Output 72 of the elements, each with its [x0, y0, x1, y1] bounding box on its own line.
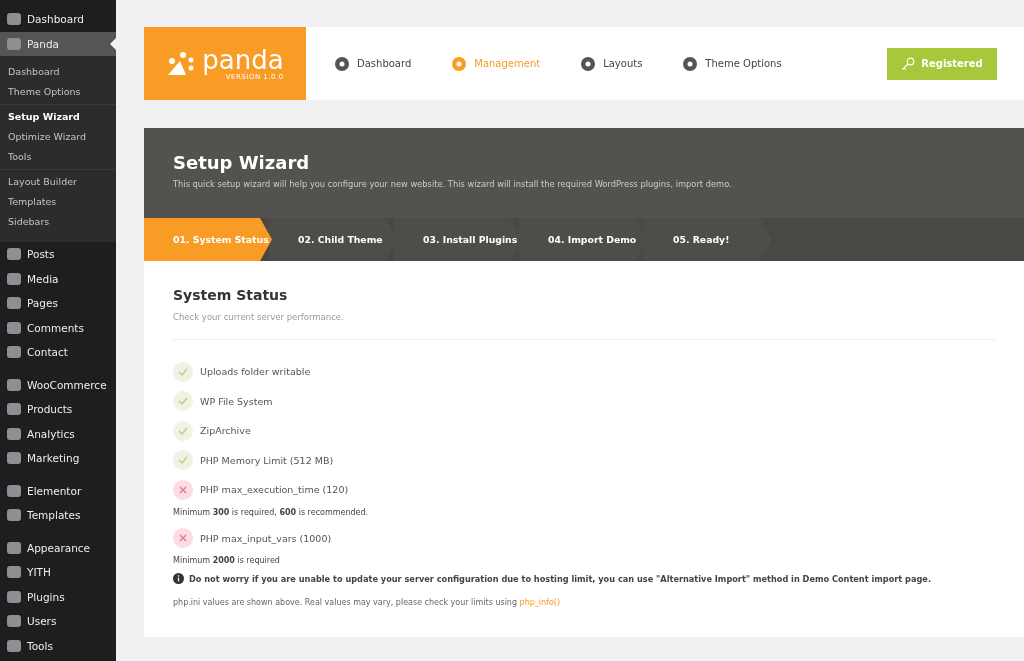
requirement-note: Minimum 2000 is required — [173, 556, 281, 565]
submenu-item[interactable]: Templates — [0, 192, 116, 212]
sidebar-item[interactable]: Media — [0, 266, 116, 291]
nav-link[interactable]: Theme Options — [682, 55, 782, 72]
wizard-subtitle: This quick setup wizard will help you configure your new website. This wizard will install the required WordPress plugins, import demo. — [173, 179, 733, 189]
sidebar-item[interactable]: Tools — [0, 633, 116, 658]
nav-icon — [334, 55, 350, 72]
sidebar-item[interactable]: Comments — [0, 315, 116, 340]
check-label: PHP max_execution_time (120) — [200, 484, 349, 496]
menu-icon — [6, 377, 22, 392]
sidebar-item[interactable]: WooCommerce — [0, 372, 116, 397]
wizard-step[interactable]: 05. Ready! — [644, 218, 772, 261]
menu-icon — [6, 589, 22, 604]
sidebar-item[interactable]: Plugins — [0, 584, 116, 609]
sidebar-item[interactable]: Analytics — [0, 421, 116, 446]
submenu-item[interactable]: Theme Options — [0, 82, 116, 102]
check-label: PHP max_input_vars (1000) — [200, 532, 332, 544]
check-label: PHP Memory Limit (512 MB) — [200, 454, 334, 466]
wizard-step[interactable]: 04. Import Demo — [519, 218, 647, 261]
menu-icon — [6, 320, 22, 335]
menu-icon — [6, 426, 22, 441]
menu-icon — [6, 345, 22, 360]
submenu-item[interactable]: Setup Wizard — [0, 107, 116, 127]
sidebar-item[interactable]: Elementor — [0, 478, 116, 503]
wizard-step[interactable]: 02. Child Theme — [269, 218, 397, 261]
check-label: ZipArchive — [200, 425, 251, 437]
sidebar-item[interactable]: Templates — [0, 503, 116, 528]
info-icon — [173, 573, 184, 584]
info-text: Do not worry if you are unable to update your server configuration due to hosting limit, you can use "Alternative Import" method in Demo Content import page. — [189, 573, 931, 584]
check-label: WP File System — [200, 395, 273, 407]
sidebar-item[interactable]: Dashboard — [0, 7, 116, 32]
menu-icon — [6, 638, 22, 653]
menu-icon — [6, 565, 22, 580]
nav-icon — [451, 55, 468, 72]
wizard-title: Setup Wizard — [173, 152, 311, 173]
menu-icon — [6, 540, 22, 555]
sidebar-item[interactable]: Panda — [0, 31, 116, 56]
menu-icon — [6, 508, 22, 523]
submenu-item[interactable]: Dashboard — [0, 62, 116, 82]
menu-icon — [6, 402, 22, 417]
nav-link[interactable]: Layouts — [580, 55, 643, 72]
submenu-item[interactable]: Sidebars — [0, 212, 116, 232]
menu-icon — [6, 247, 22, 262]
section-title: System Status — [173, 287, 289, 303]
submenu-item[interactable]: Optimize Wizard — [0, 127, 116, 147]
submenu-item[interactable]: Layout Builder — [0, 172, 116, 192]
requirement-note: Minimum 300 is required, 600 is recommended. — [173, 507, 370, 517]
sidebar-item[interactable]: Users — [0, 609, 116, 634]
footer-text: php.ini values are shown above. Real values may vary, please check your limits using php_info() — [173, 598, 562, 607]
nav-link[interactable]: Dashboard — [334, 55, 412, 72]
sidebar-item[interactable]: YITH — [0, 560, 116, 585]
check-label: Uploads folder writable — [200, 366, 311, 378]
sidebar-item[interactable]: Marketing — [0, 446, 116, 471]
menu-icon — [6, 296, 22, 311]
sidebar-item[interactable]: Posts — [0, 242, 116, 267]
sidebar-item[interactable]: Pages — [0, 291, 116, 316]
nav-icon — [580, 55, 597, 72]
sidebar-item[interactable]: Products — [0, 397, 116, 422]
menu-icon — [6, 483, 22, 498]
section-subtitle: Check your current server performance. — [173, 312, 345, 322]
sidebar-item[interactable]: Appearance — [0, 535, 116, 560]
nav-icon — [682, 55, 699, 72]
submenu-item[interactable]: Tools — [0, 147, 116, 167]
sidebar-item[interactable]: Contact — [0, 340, 116, 365]
wizard-step[interactable]: 03. Install Plugins — [394, 218, 522, 261]
menu-icon — [6, 614, 22, 629]
menu-icon — [6, 12, 22, 27]
menu-icon — [6, 451, 22, 466]
menu-icon — [6, 36, 22, 51]
key-icon — [901, 56, 916, 71]
menu-icon — [6, 271, 22, 286]
logo-name: panda — [202, 46, 284, 73]
